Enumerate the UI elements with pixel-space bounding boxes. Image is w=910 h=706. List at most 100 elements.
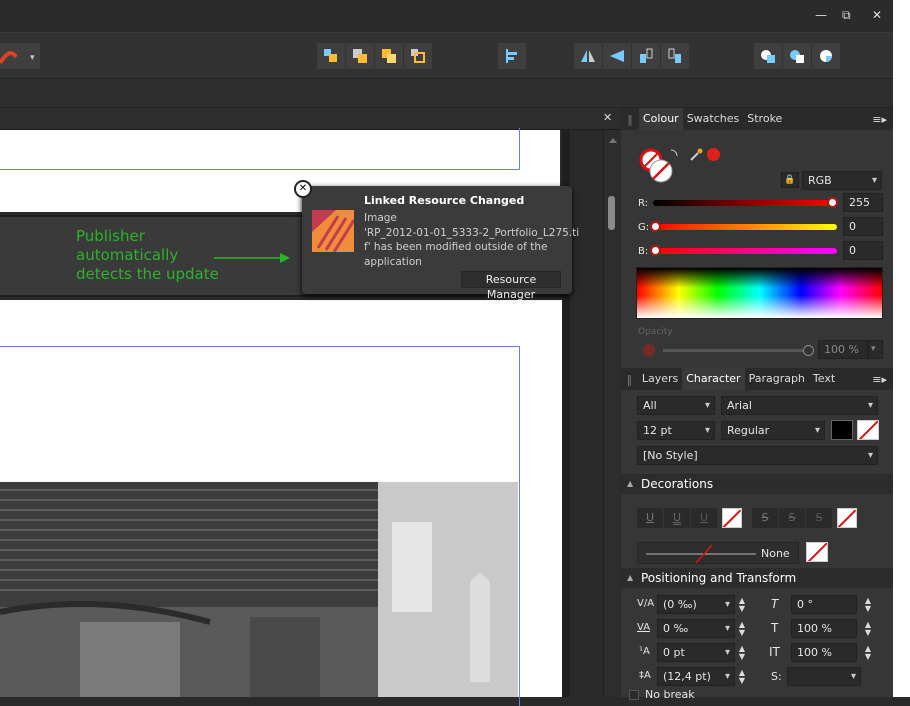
colour-spectrum[interactable] [636,267,883,319]
opacity-dropdown-icon[interactable]: ▾ [868,340,883,359]
rotate-anticlockwise-button[interactable] [632,43,660,69]
vertical-scale-stepper[interactable]: ▲ ▼ [863,621,873,637]
horizontal-scale-stepper[interactable]: ▲ ▼ [863,645,873,661]
close-toast-button[interactable]: ✕ [294,180,312,198]
toast-body-line: 'RP_2012-01-01_5333-2_Portfolio_L275.ti [364,226,580,239]
resource-manager-button[interactable]: Resource Manager [461,271,561,301]
tab-swatches[interactable]: Swatches [683,108,744,130]
align-left-button[interactable] [498,43,526,69]
move-forward-one-button[interactable] [375,43,403,69]
photo-frame[interactable] [0,482,518,697]
move-back-one-icon [353,49,367,63]
drag-handle-icon[interactable]: ‖ [621,373,638,386]
close-window-button[interactable]: ✕ [872,8,882,22]
close-document-icon[interactable]: ✕ [603,111,612,124]
custom-underline-button[interactable]: U [691,508,717,528]
font-collection-dropdown[interactable]: All [637,396,715,415]
custom-strikethrough-button[interactable]: S [806,508,832,528]
vertical-scale-input[interactable]: 100 % [791,619,857,638]
decorations-section-header[interactable]: ▲ Decorations [621,474,893,494]
r-slider-knob[interactable] [827,197,838,208]
g-slider[interactable] [650,221,837,232]
tab-paragraph[interactable]: Paragraph [745,368,809,390]
tracking-stepper[interactable]: ▲ ▼ [737,597,747,613]
snapping-button[interactable]: ▾ [0,43,40,69]
eyedropper-icon[interactable] [689,148,703,162]
toast-body-line: f' has been modified outside of the [364,241,548,253]
shear-stepper[interactable]: ▲ ▼ [863,597,873,613]
underline-button[interactable]: U [637,508,663,528]
panel-menu-icon[interactable]: ≡▸ [872,373,893,386]
text-fill-swatch[interactable] [831,420,853,440]
tab-stroke[interactable]: Stroke [743,108,786,130]
font-family-dropdown[interactable]: Arial [721,396,878,415]
tab-character[interactable]: Character [682,368,745,390]
leading-stepper[interactable]: ▲ ▼ [737,669,747,685]
opacity-slider[interactable] [663,345,814,356]
decorations-label: Decorations [641,477,714,491]
panel-menu-icon[interactable]: ≡▸ [872,113,893,126]
move-back-one-button[interactable] [346,43,374,69]
rotate-clockwise-button[interactable] [661,43,689,69]
document-tab-bar: ✕ [0,108,620,130]
font-weight-dropdown[interactable]: Regular [721,421,825,440]
g-slider-knob[interactable] [650,221,661,232]
g-input[interactable]: 0 [843,217,883,236]
drag-handle-icon[interactable]: ‖ [621,113,639,126]
minimize-button[interactable]: — [815,8,827,22]
flip-vertical-button[interactable] [603,43,631,69]
toast-body-line: application [364,255,422,268]
character-style-dropdown[interactable]: [No Style] [637,446,878,465]
subtract-shapes-button[interactable] [783,43,811,69]
lock-icon[interactable]: 🔒 [781,172,799,188]
strikethrough-button[interactable]: S [752,508,778,528]
baseline-dropdown[interactable]: 0 pt [657,643,735,662]
flip-vertical-icon [610,50,624,62]
tab-layers[interactable]: Layers [638,368,682,390]
fill-stroke-selector-icon[interactable] [637,146,683,186]
positioning-section-header[interactable]: ▲ Positioning and Transform [621,568,893,588]
scroll-up-icon[interactable] [609,138,617,143]
canvas-scrollbar[interactable] [603,130,620,697]
r-slider[interactable] [653,197,838,208]
shear-input[interactable]: 0 ° [791,595,857,614]
scroll-thumb[interactable] [608,196,615,230]
r-input[interactable]: 255 [843,193,883,212]
horizontal-scale-input[interactable]: 100 % [791,643,857,662]
strikethrough-colour-swatch[interactable] [837,508,857,528]
flip-horizontal-button[interactable] [574,43,602,69]
tab-colour[interactable]: Colour [639,108,683,130]
b-slider-knob[interactable] [650,245,661,256]
baseline-stepper[interactable]: ▲ ▼ [737,645,747,661]
colour-model-dropdown[interactable]: RGB [802,171,882,190]
svg-text:▾: ▾ [30,53,35,63]
opacity-input[interactable]: 100 % [818,340,868,359]
b-input[interactable]: 0 [843,241,883,260]
boolean-group [754,43,840,69]
tab-text-styles[interactable]: Text Styles [809,368,872,407]
line-style-selector[interactable]: None [637,542,799,564]
move-to-back-button[interactable] [317,43,345,69]
leading-dropdown[interactable]: (12,4 pt) [657,667,735,686]
current-colour-swatch[interactable] [707,148,720,161]
add-shapes-icon [761,50,775,63]
opacity-knob[interactable] [803,345,814,356]
b-slider[interactable] [650,245,837,256]
double-strikethrough-button[interactable]: S [779,508,805,528]
add-shapes-button[interactable] [754,43,782,69]
kerning-stepper[interactable]: ▲ ▼ [737,621,747,637]
restore-button[interactable]: ⧉ [842,8,851,23]
double-underline-button[interactable]: U [664,508,690,528]
line-colour-swatch[interactable] [806,542,828,562]
intersect-shapes-button[interactable] [812,43,840,69]
kerning-dropdown[interactable]: 0 ‰ [657,619,735,638]
font-size-dropdown[interactable]: 12 pt [637,421,715,440]
move-to-front-button[interactable] [404,43,432,69]
character-panel: All Arial 12 pt Regular [No Style] ▲ Dec… [621,390,893,701]
script-dropdown[interactable] [787,667,861,686]
underline-colour-swatch[interactable] [722,508,742,528]
no-break-checkbox[interactable] [629,690,639,700]
tracking-dropdown[interactable]: (0 ‰) [657,595,735,614]
colour-model-value: RGB [808,174,832,187]
text-background-swatch[interactable] [857,420,879,440]
